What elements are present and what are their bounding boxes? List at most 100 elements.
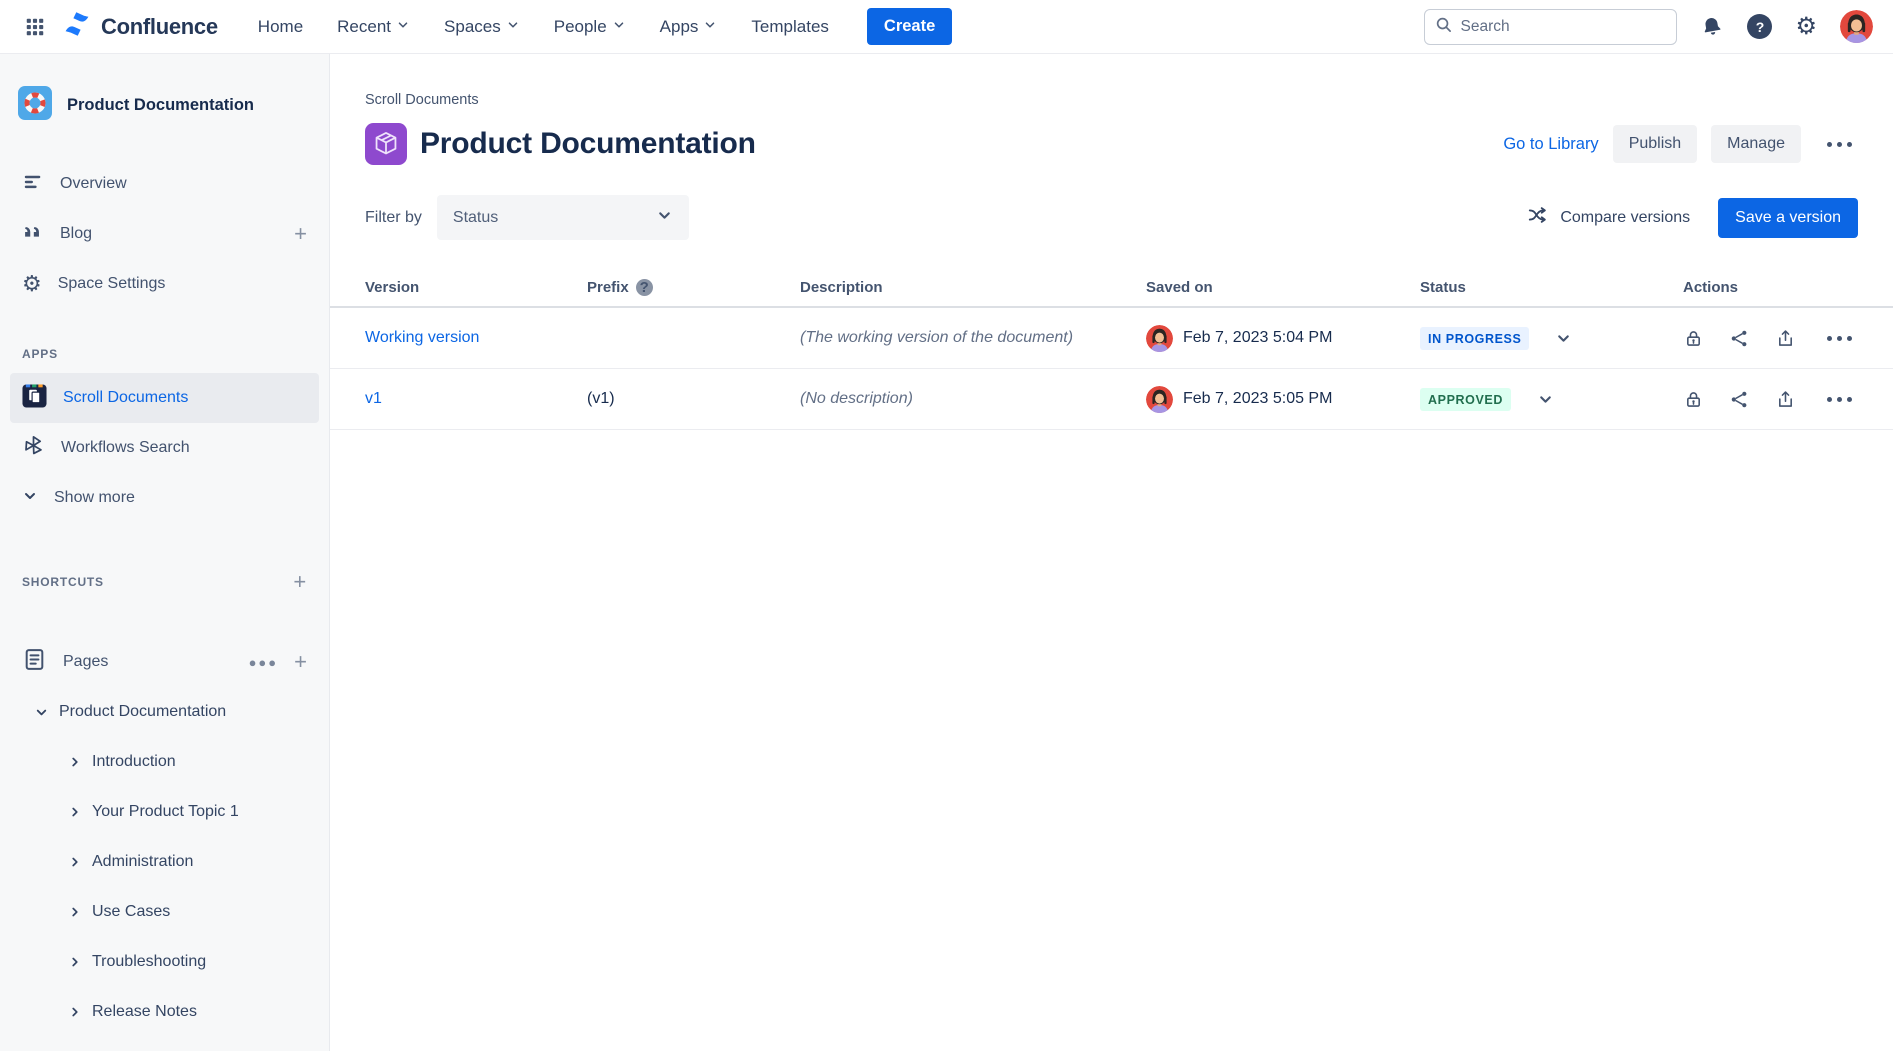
nav-item-recent[interactable]: Recent: [337, 17, 410, 37]
status-filter-dropdown[interactable]: Status: [437, 195, 689, 240]
sidebar-item-show-more[interactable]: Show more: [10, 473, 319, 523]
column-header-version: Version: [365, 279, 587, 296]
apps-section-header: APPS: [10, 347, 319, 361]
export-icon[interactable]: [1775, 389, 1796, 410]
page-tree-item-root[interactable]: Product Documentation: [10, 687, 319, 737]
space-header[interactable]: Product Documentation: [10, 78, 319, 133]
status-expand-chevron-icon[interactable]: [1555, 330, 1572, 347]
chevron-down-icon: [656, 207, 673, 229]
sidebar-item-pages[interactable]: Pages ●●● +: [10, 637, 319, 687]
pages-more-icon[interactable]: ●●●: [249, 655, 279, 670]
compare-versions-button[interactable]: Compare versions: [1527, 204, 1690, 231]
status-expand-chevron-icon[interactable]: [1537, 391, 1554, 408]
column-header-description: Description: [800, 279, 1146, 296]
table-row: Working version (The working version of …: [330, 308, 1893, 369]
chevron-right-icon[interactable]: [68, 905, 82, 919]
saved-by-avatar: [1146, 325, 1173, 352]
nav-item-templates[interactable]: Templates: [751, 17, 828, 37]
version-link[interactable]: v1: [365, 390, 382, 407]
document-cube-icon: [365, 123, 407, 165]
page-tree-item[interactable]: Administration: [10, 837, 319, 887]
breadcrumb[interactable]: Scroll Documents: [365, 92, 1858, 108]
chevron-down-icon: [396, 17, 410, 37]
user-avatar[interactable]: [1840, 10, 1873, 43]
page-tree-item[interactable]: Your Product Topic 1: [10, 787, 319, 837]
main-content: Scroll Documents Product Documentation G…: [330, 54, 1893, 1051]
create-button[interactable]: Create: [867, 8, 952, 45]
space-name: Product Documentation: [67, 96, 254, 115]
export-icon[interactable]: [1775, 328, 1796, 349]
primary-nav: Home Recent Spaces People Apps Templates: [258, 17, 829, 37]
add-shortcut-icon[interactable]: +: [293, 571, 307, 593]
column-header-status: Status: [1420, 279, 1683, 296]
status-badge: APPROVED: [1420, 388, 1511, 411]
version-link[interactable]: Working version: [365, 329, 479, 346]
shuffle-icon: [1527, 204, 1549, 231]
status-badge: IN PROGRESS: [1420, 327, 1529, 350]
prefix-help-icon[interactable]: ?: [636, 279, 653, 296]
row-more-icon[interactable]: [1821, 389, 1858, 410]
versions-table: Version Prefix ? Description Saved on St…: [330, 268, 1893, 430]
nav-item-apps[interactable]: Apps: [660, 17, 718, 37]
sidebar-item-overview[interactable]: Overview: [10, 159, 319, 209]
notification-bell-icon[interactable]: [1700, 15, 1724, 39]
scroll-documents-icon: [22, 383, 47, 413]
chevron-down-icon[interactable]: [34, 705, 49, 720]
page-tree-item[interactable]: Release Notes: [10, 987, 319, 1037]
share-icon[interactable]: [1729, 328, 1750, 349]
sidebar-item-space-settings[interactable]: ⚙ Space Settings: [10, 259, 319, 309]
chevron-right-icon[interactable]: [68, 855, 82, 869]
save-version-button[interactable]: Save a version: [1718, 198, 1858, 238]
topnav-right-group: ? ⚙: [1424, 9, 1873, 45]
sidebar-item-blog[interactable]: Blog +: [10, 209, 319, 259]
confluence-logo[interactable]: Confluence: [62, 9, 218, 44]
saved-on-date: Feb 7, 2023 5:04 PM: [1183, 329, 1332, 347]
lock-icon[interactable]: [1683, 389, 1704, 410]
row-more-icon[interactable]: [1821, 328, 1858, 349]
saved-by-avatar: [1146, 386, 1173, 413]
help-icon[interactable]: ?: [1747, 14, 1772, 39]
search-input[interactable]: [1460, 18, 1666, 36]
shortcuts-section-header: SHORTCUTS +: [10, 571, 319, 593]
prefix-cell: (v1): [587, 390, 800, 408]
nav-item-spaces[interactable]: Spaces: [444, 17, 520, 37]
column-header-actions: Actions: [1683, 279, 1893, 296]
workflows-icon: [22, 434, 45, 462]
page-tree-item[interactable]: Troubleshooting: [10, 937, 319, 987]
chevron-right-icon[interactable]: [68, 955, 82, 969]
manage-button[interactable]: Manage: [1711, 125, 1801, 163]
chevron-down-icon: [612, 17, 626, 37]
chevron-down-icon: [22, 488, 38, 509]
lock-icon[interactable]: [1683, 328, 1704, 349]
confluence-logo-icon: [62, 9, 92, 44]
page-tree-item[interactable]: Introduction: [10, 737, 319, 787]
sidebar-item-scroll-documents[interactable]: Scroll Documents: [10, 373, 319, 423]
nav-item-people[interactable]: People: [554, 17, 626, 37]
go-to-library-link[interactable]: Go to Library: [1503, 135, 1598, 154]
page-tree-item[interactable]: Use Cases: [10, 887, 319, 937]
nav-item-home[interactable]: Home: [258, 17, 303, 37]
search-icon: [1435, 16, 1452, 38]
add-page-icon[interactable]: +: [294, 651, 307, 673]
chevron-right-icon[interactable]: [68, 1005, 82, 1019]
settings-gear-icon[interactable]: ⚙: [1795, 15, 1817, 39]
chevron-right-icon[interactable]: [68, 755, 82, 769]
sidebar-item-workflows-search[interactable]: Workflows Search: [10, 423, 319, 473]
share-icon[interactable]: [1729, 389, 1750, 410]
search-box[interactable]: [1424, 9, 1677, 45]
add-blog-icon[interactable]: +: [294, 223, 307, 245]
top-navigation: Confluence Home Recent Spaces People App…: [0, 0, 1893, 54]
chevron-right-icon[interactable]: [68, 805, 82, 819]
publish-button[interactable]: Publish: [1613, 125, 1697, 163]
description-cell: (The working version of the document): [800, 329, 1146, 347]
more-actions-icon[interactable]: [1821, 134, 1858, 155]
chevron-down-icon: [703, 17, 717, 37]
pages-icon: [22, 647, 47, 677]
table-header-row: Version Prefix ? Description Saved on St…: [330, 268, 1893, 308]
quote-icon: [22, 221, 44, 248]
filter-label: Filter by: [365, 209, 422, 227]
logo-wordmark: Confluence: [101, 14, 218, 40]
app-switcher-icon[interactable]: [18, 10, 52, 44]
space-logo-icon: [18, 86, 52, 125]
saved-on-date: Feb 7, 2023 5:05 PM: [1183, 390, 1332, 408]
